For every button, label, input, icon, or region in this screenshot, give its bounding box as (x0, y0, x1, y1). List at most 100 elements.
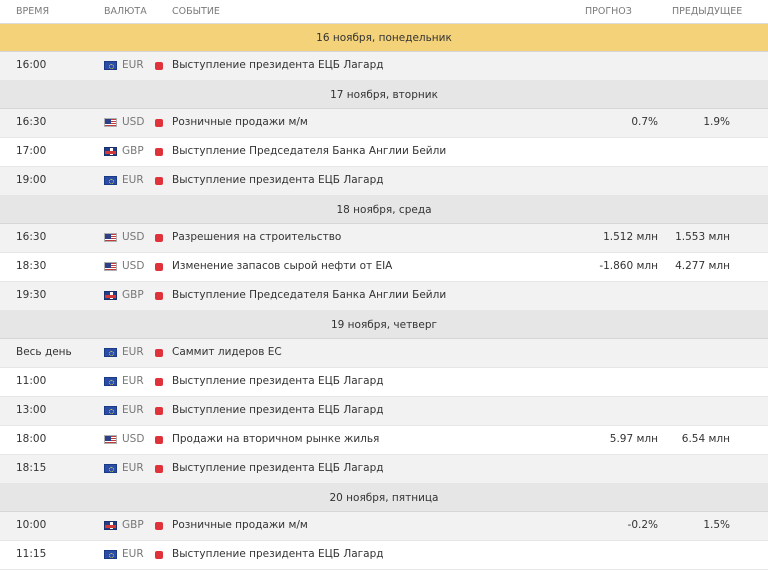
event-previous: 4.277 млн (675, 260, 730, 272)
eu-flag-icon (104, 376, 117, 386)
gb-flag-icon (104, 146, 117, 156)
event-title[interactable]: Выступление президента ЕЦБ Лагард (172, 375, 384, 387)
event-currency: USD (104, 116, 144, 128)
event-row[interactable]: 18:30 USD Изменение запасов сырой нефти от… (0, 253, 768, 282)
high-importance-icon (155, 436, 163, 444)
gb-flag-icon (104, 520, 117, 530)
us-flag-icon (104, 261, 117, 271)
importance-indicator (155, 62, 163, 70)
currency-code: USD (122, 231, 145, 243)
event-currency: EUR (104, 375, 144, 387)
event-currency: USD (104, 433, 144, 445)
importance-indicator (155, 119, 163, 127)
event-row[interactable]: 17:00 GBP Выступление Председателя Банка А… (0, 138, 768, 167)
event-title[interactable]: Продажи на вторичном рынке жилья (172, 433, 379, 445)
event-title[interactable]: Выступление Председателя Банка Англии Бе… (172, 145, 446, 157)
importance-indicator (155, 407, 163, 415)
event-time: 16:30 (16, 231, 47, 243)
importance-indicator (155, 465, 163, 473)
event-row[interactable]: 19:30 GBP Выступление Председателя Банка А… (0, 282, 768, 311)
currency-code: GBP (122, 289, 144, 301)
economic-calendar: ВРЕМЯ ВАЛЮТА СОБЫТИЕ ПРОГНОЗ ПРЕДЫДУЩЕЕ … (0, 0, 768, 570)
event-title[interactable]: Выступление президента ЕЦБ Лагард (172, 174, 384, 186)
event-time: 18:00 (16, 433, 47, 445)
event-currency: EUR (104, 548, 144, 560)
currency-code: EUR (122, 375, 144, 387)
us-flag-icon (104, 117, 117, 127)
day-header: 17 ноября, вторник (0, 81, 768, 109)
event-row[interactable]: 10:00 GBP Розничные продажи м/м -0.2% 1.5% (0, 512, 768, 541)
header-event: СОБЫТИЕ (172, 6, 220, 17)
event-row[interactable]: 11:00 EUR Выступление президента ЕЦБ Лагар… (0, 368, 768, 397)
event-row[interactable]: 19:00 EUR Выступление президента ЕЦБ Лагар… (0, 167, 768, 196)
us-flag-icon (104, 232, 117, 242)
event-row[interactable]: 18:00 USD Продажи на вторичном рынке жилья… (0, 426, 768, 455)
currency-code: USD (122, 116, 145, 128)
event-title[interactable]: Выступление президента ЕЦБ Лагард (172, 462, 384, 474)
day-label: 20 ноября, пятница (329, 491, 439, 504)
eu-flag-icon (104, 405, 117, 415)
currency-code: EUR (122, 346, 144, 358)
event-title[interactable]: Розничные продажи м/м (172, 519, 308, 531)
event-time: 19:30 (16, 289, 47, 301)
event-time: Весь день (16, 346, 72, 358)
calendar-body: 16 ноября, понедельник 16:00 EUR Выступлени… (0, 24, 768, 570)
high-importance-icon (155, 349, 163, 357)
event-title[interactable]: Выступление президента ЕЦБ Лагард (172, 404, 384, 416)
event-title[interactable]: Розничные продажи м/м (172, 116, 308, 128)
event-title[interactable]: Выступление Председателя Банка Англии Бе… (172, 289, 446, 301)
importance-indicator (155, 263, 163, 271)
eu-flag-icon (104, 463, 117, 473)
event-previous: 1.9% (703, 116, 730, 128)
day-label: 16 ноября, понедельник (316, 31, 452, 44)
event-row[interactable]: 16:30 USD Розничные продажи м/м 0.7% 1.9% (0, 109, 768, 138)
day-label: 18 ноября, среда (336, 203, 432, 216)
event-row[interactable]: 18:15 EUR Выступление президента ЕЦБ Лагар… (0, 455, 768, 484)
event-currency: GBP (104, 145, 144, 157)
event-currency: GBP (104, 289, 144, 301)
event-time: 11:15 (16, 548, 47, 560)
currency-code: EUR (122, 174, 144, 186)
importance-indicator (155, 234, 163, 242)
importance-indicator (155, 522, 163, 530)
day-label: 19 ноября, четверг (330, 318, 438, 331)
currency-code: GBP (122, 519, 144, 531)
event-currency: USD (104, 260, 144, 272)
event-title[interactable]: Разрешения на строительство (172, 231, 341, 243)
event-time: 17:00 (16, 145, 47, 157)
event-currency: EUR (104, 462, 144, 474)
eu-flag-icon (104, 60, 117, 70)
day-header: 16 ноября, понедельник (0, 24, 768, 52)
eu-flag-icon (104, 175, 117, 185)
high-importance-icon (155, 465, 163, 473)
event-time: 18:15 (16, 462, 47, 474)
currency-code: EUR (122, 548, 144, 560)
currency-code: EUR (122, 59, 144, 71)
event-title[interactable]: Выступление президента ЕЦБ Лагард (172, 59, 384, 71)
event-title[interactable]: Изменение запасов сырой нефти от EIA (172, 260, 392, 272)
currency-code: GBP (122, 145, 144, 157)
event-title[interactable]: Саммит лидеров ЕС (172, 346, 282, 358)
eu-flag-icon (104, 549, 117, 559)
importance-indicator (155, 349, 163, 357)
header-time: ВРЕМЯ (16, 6, 50, 17)
high-importance-icon (155, 551, 163, 559)
high-importance-icon (155, 292, 163, 300)
event-row[interactable]: 16:00 EUR Выступление президента ЕЦБ Лагар… (0, 52, 768, 81)
event-currency: GBP (104, 519, 144, 531)
high-importance-icon (155, 234, 163, 242)
event-currency: EUR (104, 174, 144, 186)
event-title[interactable]: Выступление президента ЕЦБ Лагард (172, 548, 384, 560)
event-time: 11:00 (16, 375, 47, 387)
table-header: ВРЕМЯ ВАЛЮТА СОБЫТИЕ ПРОГНОЗ ПРЕДЫДУЩЕЕ (0, 0, 768, 24)
header-forecast: ПРОГНОЗ (585, 6, 632, 17)
importance-indicator (155, 551, 163, 559)
event-row[interactable]: Весь день EUR Саммит лидеров ЕС (0, 339, 768, 368)
event-row[interactable]: 16:30 USD Разрешения на строительство 1.512… (0, 224, 768, 253)
high-importance-icon (155, 263, 163, 271)
event-row[interactable]: 11:15 EUR Выступление президента ЕЦБ Лагар… (0, 541, 768, 570)
high-importance-icon (155, 119, 163, 127)
event-time: 18:30 (16, 260, 47, 272)
currency-code: EUR (122, 404, 144, 416)
event-row[interactable]: 13:00 EUR Выступление президента ЕЦБ Лагар… (0, 397, 768, 426)
